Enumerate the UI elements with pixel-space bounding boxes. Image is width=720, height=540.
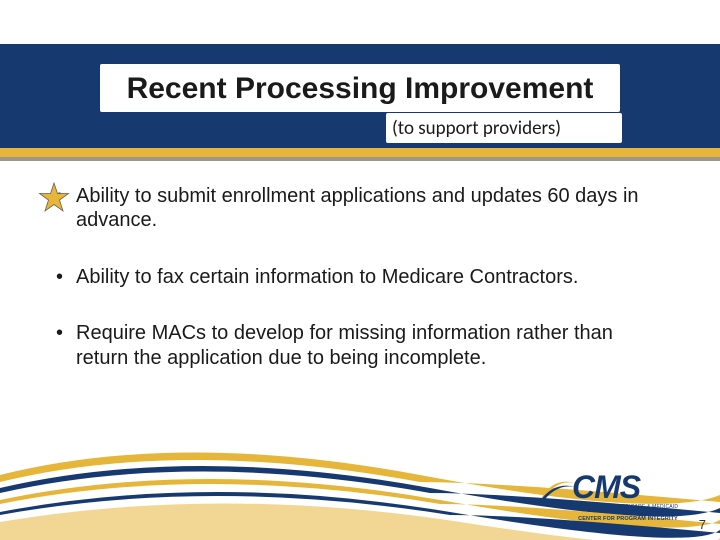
bullet-text: Ability to submit enrollment application… [76,185,639,231]
bullet-text: Require MACs to develop for missing info… [76,322,613,368]
bullet-item: Ability to submit enrollment application… [52,184,668,233]
slide-subtitle: (to support providers) [392,117,561,140]
header-underline [0,148,720,157]
bullet-item: Ability to fax certain information to Me… [52,265,668,289]
cms-logo-text: CMS [572,469,684,506]
cms-logo-subtext-1: CENTERS FOR MEDICARE & MEDICAID SERVICES [572,504,684,516]
page-number: 7 [699,517,706,532]
bullet-text: Ability to fax certain information to Me… [76,266,578,288]
content-area: Ability to submit enrollment application… [52,184,668,402]
cms-logo-subtext-2: CENTER FOR PROGRAM INTEGRITY [572,516,684,522]
star-icon [38,182,70,214]
header-underline-shadow [0,157,720,161]
bullet-item: Require MACs to develop for missing info… [52,321,668,370]
slide-title: Recent Processing Improvement [0,72,720,106]
cms-logo: CMS CENTERS FOR MEDICARE & MEDICAID SERV… [554,469,684,522]
